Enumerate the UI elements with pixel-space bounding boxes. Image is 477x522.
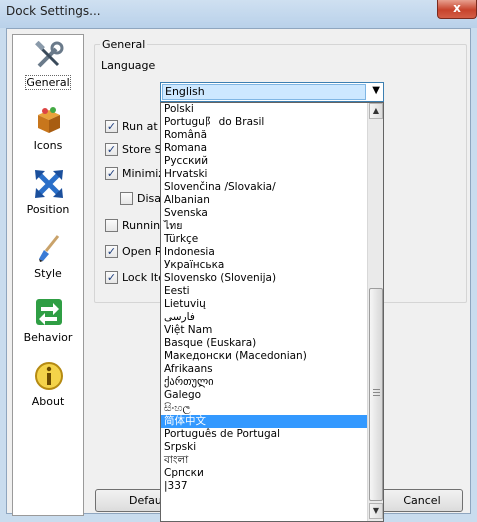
checkbox-box[interactable]: ✓: [105, 167, 118, 180]
checkbox-label: Minimize: [122, 167, 165, 180]
language-option[interactable]: Português de Portugal: [161, 428, 368, 441]
scroll-thumb[interactable]: [369, 288, 383, 501]
language-option[interactable]: Română: [161, 129, 368, 142]
sidebar-item-label: About: [31, 395, 65, 408]
scroll-down-button[interactable]: ▼: [369, 503, 383, 519]
language-option[interactable]: বাংলা: [161, 454, 368, 467]
checkbox-label: Store Se: [122, 143, 165, 156]
language-option[interactable]: Polski: [161, 103, 368, 116]
checkbox-box[interactable]: [120, 192, 133, 205]
language-dropdown-list[interactable]: Polski Portugu阝 do Brasil Română Romana Русс…: [160, 102, 384, 522]
sidebar-item-position[interactable]: Position: [13, 167, 83, 231]
language-option[interactable]: Српски: [161, 467, 368, 480]
settings-dialog: General Icons Position Style Behavior Ab…: [6, 28, 471, 522]
scroll-up-button[interactable]: ▲: [369, 103, 383, 119]
checkbox-lock-items[interactable]: ✓ Lock Ite: [105, 270, 165, 286]
language-option[interactable]: Basque (Euskara): [161, 337, 368, 350]
sidebar-item-label: Behavior: [23, 331, 73, 344]
sidebar-item-label: Icons: [33, 139, 63, 152]
checkbox-label: Open Ru: [122, 245, 165, 258]
language-option[interactable]: |337: [161, 480, 368, 493]
sidebar: General Icons Position Style Behavior Ab…: [12, 34, 84, 516]
language-option[interactable]: Afrikaans: [161, 363, 368, 376]
checkbox-label: Run at s: [122, 120, 165, 133]
checkbox-running[interactable]: Running: [105, 218, 165, 234]
language-option[interactable]: සිංහල: [161, 402, 368, 415]
language-option[interactable]: Portugu阝 do Brasil: [161, 116, 368, 129]
checkbox-box[interactable]: ✓: [105, 245, 118, 258]
language-option[interactable]: Slovenčina /Slovakia/: [161, 181, 368, 194]
checkbox-box[interactable]: ✓: [105, 271, 118, 284]
sidebar-item-style[interactable]: Style: [13, 231, 83, 295]
checkbox-label: Running: [122, 219, 165, 232]
checkbox-box[interactable]: ✓: [105, 143, 118, 156]
language-option[interactable]: ქართული: [161, 376, 368, 389]
language-select[interactable]: English ▼: [160, 82, 384, 102]
language-option[interactable]: Việt Nam: [161, 324, 368, 337]
language-option[interactable]: Slovensko (Slovenija): [161, 272, 368, 285]
sidebar-item-about[interactable]: About: [13, 359, 83, 423]
language-option[interactable]: Lietuvių: [161, 298, 368, 311]
sidebar-item-label: General: [25, 75, 71, 90]
box-icon: [38, 107, 60, 133]
language-option[interactable]: Hrvatski: [161, 168, 368, 181]
checkbox-store-settings[interactable]: ✓ Store Se: [105, 142, 165, 158]
language-option[interactable]: Македонски (Macedonian): [161, 350, 368, 363]
language-option[interactable]: Русский: [161, 155, 368, 168]
group-title: General: [100, 38, 148, 51]
checkbox-box[interactable]: [105, 219, 118, 232]
checkbox-label: Lock Ite: [122, 271, 165, 284]
language-option[interactable]: Galego: [161, 389, 368, 402]
language-label: Language: [101, 59, 156, 72]
checkbox-open-running[interactable]: ✓ Open Ru: [105, 244, 165, 260]
info-icon: [35, 362, 63, 390]
sidebar-item-label: Position: [26, 203, 70, 216]
language-option[interactable]: ไทย: [161, 220, 368, 233]
language-option[interactable]: Albanian: [161, 194, 368, 207]
language-option[interactable]: Indonesia: [161, 246, 368, 259]
language-option[interactable]: فارسی: [161, 311, 368, 324]
sidebar-item-icons[interactable]: Icons: [13, 103, 83, 167]
behavior-icon: [36, 299, 62, 325]
close-button[interactable]: x: [437, 0, 477, 19]
scrollbar[interactable]: ▲ ▼: [367, 103, 383, 521]
window-title: Dock Settings...: [6, 4, 101, 18]
language-option[interactable]: Svenska: [161, 207, 368, 220]
checkbox-minimize[interactable]: ✓ Minimize: [105, 166, 165, 182]
checkbox-box[interactable]: ✓: [105, 120, 118, 133]
title-bar: Dock Settings... x: [0, 0, 477, 28]
language-option[interactable]: Srpski: [161, 441, 368, 454]
checkbox-disable[interactable]: Disab: [120, 191, 165, 207]
chevron-down-icon[interactable]: ▼: [372, 85, 380, 96]
arrows-icon: [35, 170, 63, 198]
sidebar-item-label: Style: [34, 267, 62, 280]
cancel-button[interactable]: Cancel: [381, 489, 463, 512]
brush-icon: [39, 235, 60, 262]
sidebar-item-behavior[interactable]: Behavior: [13, 295, 83, 359]
language-select-value: English: [162, 84, 366, 100]
language-option[interactable]: Romana: [161, 142, 368, 155]
language-option[interactable]: Türkçe: [161, 233, 368, 246]
language-option[interactable]: Українська: [161, 259, 368, 272]
language-option[interactable]: Eesti: [161, 285, 368, 298]
language-options: Polski Portugu阝 do Brasil Română Romana Русс…: [161, 103, 368, 493]
tools-icon: [35, 41, 64, 68]
language-option[interactable]: 简体中文: [161, 415, 368, 428]
checkbox-run-at-startup[interactable]: ✓ Run at s: [105, 119, 165, 135]
sidebar-item-general[interactable]: General: [13, 39, 83, 103]
